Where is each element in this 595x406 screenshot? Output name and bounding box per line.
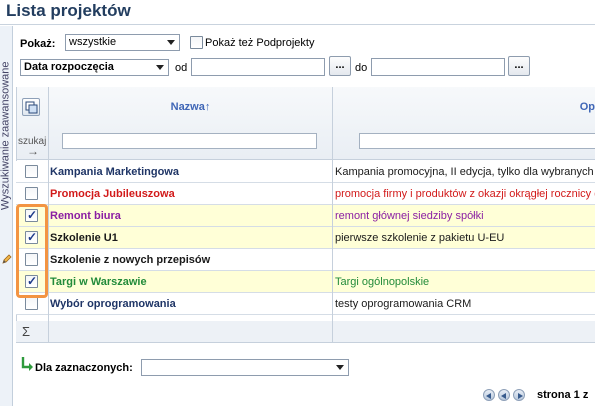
project-name[interactable]: Wybór oprogramowania [50, 293, 330, 315]
date-field-value: Data rozpoczęcia [24, 61, 114, 73]
table-row[interactable]: Remont biura remont głównej siedziby spół… [16, 205, 595, 227]
project-name[interactable]: Szkolenie z nowych przepisów [50, 249, 330, 271]
table-row[interactable]: Targi w Warszawie Targi ogólnopolskie [16, 271, 595, 293]
project-description: pierwsze szkolenie z pakietu U-EU [335, 232, 505, 244]
subprojects-label: Pokaż też Podprojekty [205, 37, 315, 49]
col-divider [332, 293, 333, 315]
chevron-down-icon [156, 65, 164, 70]
chevron-down-icon [167, 40, 175, 45]
project-description: promocja firmy i produktów z okazji okrą… [335, 188, 595, 200]
col-divider [48, 161, 49, 183]
col-divider [332, 271, 333, 293]
page-indicator: strona 1 z [537, 389, 589, 401]
advanced-search-tab[interactable]: Wyszukiwanie zaawansowane [0, 26, 13, 406]
project-description: remont głównej siedziby spółki [335, 210, 484, 222]
project-description: Targi ogólnopolskie [335, 276, 430, 288]
columns-icon [25, 101, 38, 114]
col-divider [48, 205, 49, 227]
table-row[interactable]: Kampania Marketingowa Kampania promocyjna… [16, 161, 595, 183]
from-label: od [175, 62, 188, 74]
sum-row [16, 321, 595, 343]
col-divider [332, 205, 333, 227]
row-checkbox[interactable] [25, 165, 38, 178]
date-field-select[interactable]: Data rozpoczęcia [20, 59, 169, 76]
for-selected-select[interactable] [141, 359, 349, 376]
col-divider [48, 183, 49, 205]
table-header [16, 87, 595, 160]
date-to-picker-button[interactable]: ... [508, 56, 530, 76]
table-row[interactable]: Szkolenie U1 pierwsze szkolenie z pakietu… [16, 227, 595, 249]
page-title: Lista projektów [6, 1, 131, 20]
column-header-name[interactable]: Nazwa↑ [49, 101, 332, 113]
project-name[interactable]: Targi w Warszawie [50, 271, 330, 293]
for-selected-label: Dla zaznaczonych: [35, 362, 133, 374]
col-divider [332, 249, 333, 271]
show-select-value: wszystkie [69, 36, 117, 48]
project-description: testy oprogramowania CRM [335, 298, 472, 310]
column-chooser-button[interactable] [22, 98, 40, 116]
project-name[interactable]: Remont biura [50, 205, 330, 227]
bulk-action-arrow-icon [21, 357, 33, 371]
table-row[interactable]: Promocja Jubileuszowa promocja firmy i pr… [16, 183, 595, 205]
first-page-button[interactable] [483, 389, 495, 401]
description-filter-input[interactable] [359, 133, 595, 149]
pencil-icon [2, 254, 12, 264]
table-row[interactable]: Szkolenie z nowych przepisów [16, 249, 595, 271]
row-checkbox[interactable] [25, 187, 38, 200]
col-divider [332, 321, 333, 343]
column-header-description[interactable]: Op [333, 101, 595, 113]
to-label: do [355, 62, 368, 74]
date-to-input[interactable] [371, 58, 505, 76]
col-divider [332, 161, 333, 183]
date-from-picker-button[interactable]: ... [329, 56, 351, 76]
col-divider [48, 321, 49, 343]
next-page-button[interactable] [513, 389, 525, 401]
row-checkbox[interactable] [25, 297, 38, 310]
prev-page-button[interactable] [498, 389, 510, 401]
project-description: Kampania promocyjna, II edycja, tylko dl… [335, 166, 594, 178]
col-divider [332, 183, 333, 205]
title-divider [0, 24, 595, 25]
chevron-down-icon [336, 365, 344, 370]
project-name[interactable]: Promocja Jubileuszowa [50, 183, 330, 205]
col-divider [48, 227, 49, 249]
project-name[interactable]: Szkolenie U1 [50, 227, 330, 249]
show-select[interactable]: wszystkie [65, 34, 180, 51]
date-from-input[interactable] [191, 58, 325, 76]
sum-icon: Σ [22, 324, 31, 339]
col-divider [332, 227, 333, 249]
subprojects-checkbox[interactable] [190, 36, 203, 49]
selection-highlight [16, 204, 48, 298]
advanced-search-tab-label: Wyszukiwanie zaawansowane [0, 61, 12, 210]
arrow-right-icon[interactable]: → [27, 144, 39, 158]
show-label: Pokaż: [20, 38, 56, 50]
col-divider [48, 293, 49, 315]
name-filter-input[interactable] [62, 133, 317, 149]
table-row[interactable]: Wybór oprogramowania testy oprogramowania… [16, 293, 595, 315]
col-divider [48, 271, 49, 293]
col-divider [48, 249, 49, 271]
project-name[interactable]: Kampania Marketingowa [50, 161, 330, 183]
